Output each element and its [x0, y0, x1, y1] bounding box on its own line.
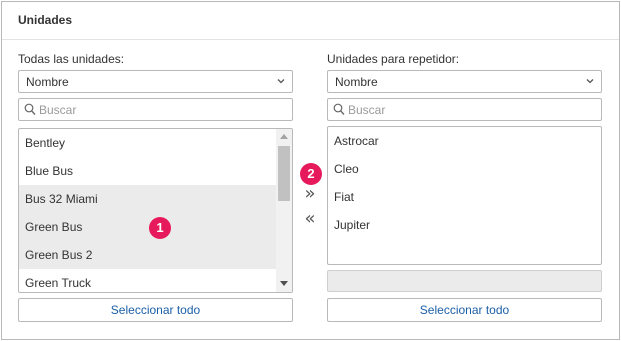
repeater-units-label: Unidades para repetidor:: [327, 52, 460, 66]
callout-badge-1: 1: [149, 217, 171, 239]
scroll-down-arrow-icon[interactable]: [280, 281, 288, 286]
all-units-search-input[interactable]: [39, 101, 289, 118]
sort-select-value: Nombre: [26, 75, 69, 89]
panel-header: Unidades: [2, 2, 619, 40]
list-item-selected[interactable]: Green Bus: [19, 213, 276, 241]
all-units-search[interactable]: [18, 98, 293, 121]
list-item-selected[interactable]: Bus 32 Miami: [19, 185, 276, 213]
list-item[interactable]: Cleo: [328, 155, 601, 183]
search-icon: [24, 103, 36, 115]
list-item[interactable]: Bentley: [19, 129, 276, 157]
list-item[interactable]: Astrocar: [328, 127, 601, 155]
list-scrollbar[interactable]: [276, 129, 292, 292]
repeater-units-search-input[interactable]: [348, 101, 598, 118]
all-units-sort-select[interactable]: Nombre: [18, 70, 293, 93]
select-all-right-button[interactable]: Seleccionar todo: [327, 298, 602, 322]
repeater-disabled-field: [327, 270, 602, 292]
scroll-thumb[interactable]: [278, 146, 290, 201]
move-right-button[interactable]: »: [299, 184, 321, 206]
sort-select-value: Nombre: [335, 75, 378, 89]
chevron-down-icon: [586, 79, 594, 84]
move-left-button[interactable]: «: [299, 209, 321, 231]
search-icon: [333, 103, 345, 115]
list-item[interactable]: Blue Bus: [19, 157, 276, 185]
panel-title: Unidades: [18, 13, 73, 27]
list-item[interactable]: Green Truck: [19, 269, 276, 292]
chevron-down-icon: [277, 79, 285, 84]
list-item[interactable]: Jupiter: [328, 211, 601, 239]
list-item[interactable]: Fiat: [328, 183, 601, 211]
select-all-left-button[interactable]: Seleccionar todo: [18, 298, 293, 322]
all-units-list[interactable]: Bentley Blue Bus Bus 32 Miami Green Bus …: [18, 128, 293, 293]
callout-badge-2: 2: [300, 163, 322, 185]
repeater-units-list[interactable]: Astrocar Cleo Fiat Jupiter: [327, 126, 602, 265]
repeater-units-search[interactable]: [327, 98, 602, 121]
repeater-units-sort-select[interactable]: Nombre: [327, 70, 602, 93]
all-units-label: Todas las unidades:: [18, 52, 125, 66]
scroll-up-arrow-icon[interactable]: [280, 134, 288, 139]
list-item-selected[interactable]: Green Bus 2: [19, 241, 276, 269]
